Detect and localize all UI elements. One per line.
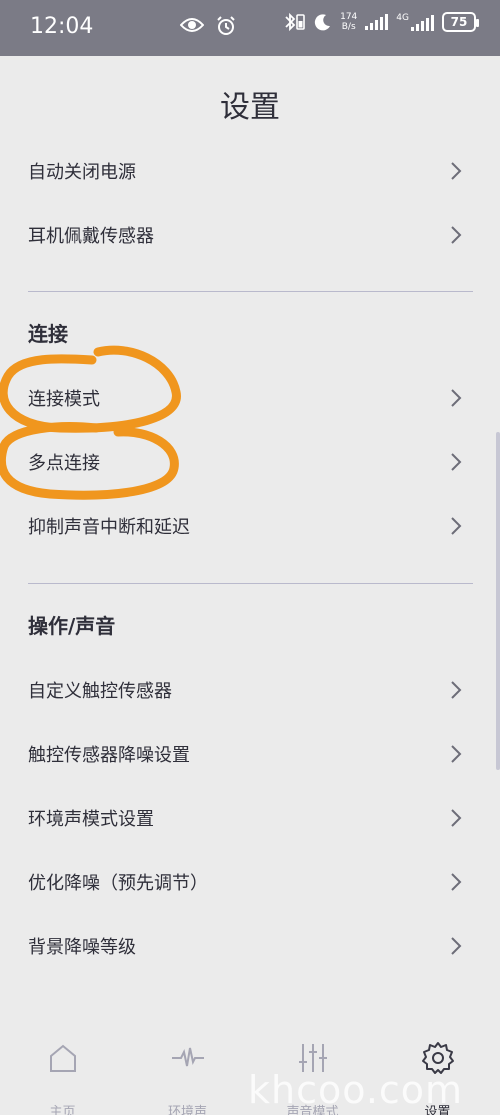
row-custom-touch[interactable]: 自定义触控传感器 (0, 658, 500, 722)
row-nc-optimizer[interactable]: 优化降噪（预先调节） (0, 850, 500, 914)
signal-icon (365, 14, 389, 30)
alarm-icon (217, 16, 235, 35)
battery-icon: 75 (442, 12, 479, 32)
row-multipoint[interactable]: 多点连接 (0, 430, 500, 494)
row-ambient-mode-settings[interactable]: 环境声模式设置 (0, 786, 500, 850)
chevron-right-icon (451, 517, 462, 535)
chevron-right-icon (451, 162, 462, 180)
divider (28, 583, 473, 584)
chevron-right-icon (451, 873, 462, 891)
status-bar: 12:04 174 B/s 4G 75 (0, 0, 500, 56)
nav-label: 主页 (49, 1105, 76, 1115)
row-label: 自动关闭电源 (28, 162, 136, 183)
watermark: khcoo.com (248, 1068, 464, 1112)
section-header-ops: 操作/声音 (28, 614, 116, 638)
row-connection-mode[interactable]: 连接模式 (0, 366, 500, 430)
row-label: 耳机佩戴传感器 (28, 226, 154, 247)
bluetooth-battery-icon (285, 12, 305, 32)
row-label: 触控传感器降噪设置 (28, 745, 190, 766)
status-time: 12:04 (30, 14, 94, 39)
status-center-icons (180, 16, 236, 36)
row-label: 环境声模式设置 (28, 809, 154, 830)
nav-label: 环境声 (167, 1105, 207, 1115)
nav-ambient[interactable]: 环境声 (125, 1015, 250, 1115)
chevron-right-icon (451, 389, 462, 407)
status-right-icons: 174 B/s 4G 75 (284, 12, 479, 32)
net-speed: 174 B/s (340, 12, 358, 32)
row-auto-power-off[interactable]: 自动关闭电源 (0, 139, 500, 203)
row-suppress-interruption[interactable]: 抑制声音中断和延迟 (0, 494, 500, 558)
row-label: 优化降噪（预先调节） (28, 873, 208, 894)
chevron-right-icon (451, 809, 462, 827)
home-icon (49, 1044, 76, 1072)
row-label: 自定义触控传感器 (28, 681, 172, 702)
row-wear-sensor[interactable]: 耳机佩戴传感器 (0, 203, 500, 267)
eye-icon (180, 18, 204, 32)
row-label: 连接模式 (28, 389, 100, 410)
row-label: 背景降噪等级 (28, 937, 136, 958)
scrollbar[interactable] (496, 432, 500, 770)
chevron-right-icon (451, 745, 462, 763)
chevron-right-icon (451, 226, 462, 244)
row-label: 多点连接 (28, 453, 100, 474)
row-label: 抑制声音中断和延迟 (28, 517, 190, 538)
moon-icon (314, 14, 331, 31)
nav-home[interactable]: 主页 (0, 1015, 125, 1115)
chevron-right-icon (451, 681, 462, 699)
signal-4g: 4G (396, 13, 434, 31)
waveform-icon (171, 1047, 204, 1067)
section-header-connect: 连接 (28, 322, 68, 346)
divider (28, 291, 473, 292)
chevron-right-icon (451, 453, 462, 471)
chevron-right-icon (451, 937, 462, 955)
page-title: 设置 (220, 90, 280, 125)
row-background-nc-level[interactable]: 背景降噪等级 (0, 914, 500, 978)
row-touch-nc-settings[interactable]: 触控传感器降噪设置 (0, 722, 500, 786)
